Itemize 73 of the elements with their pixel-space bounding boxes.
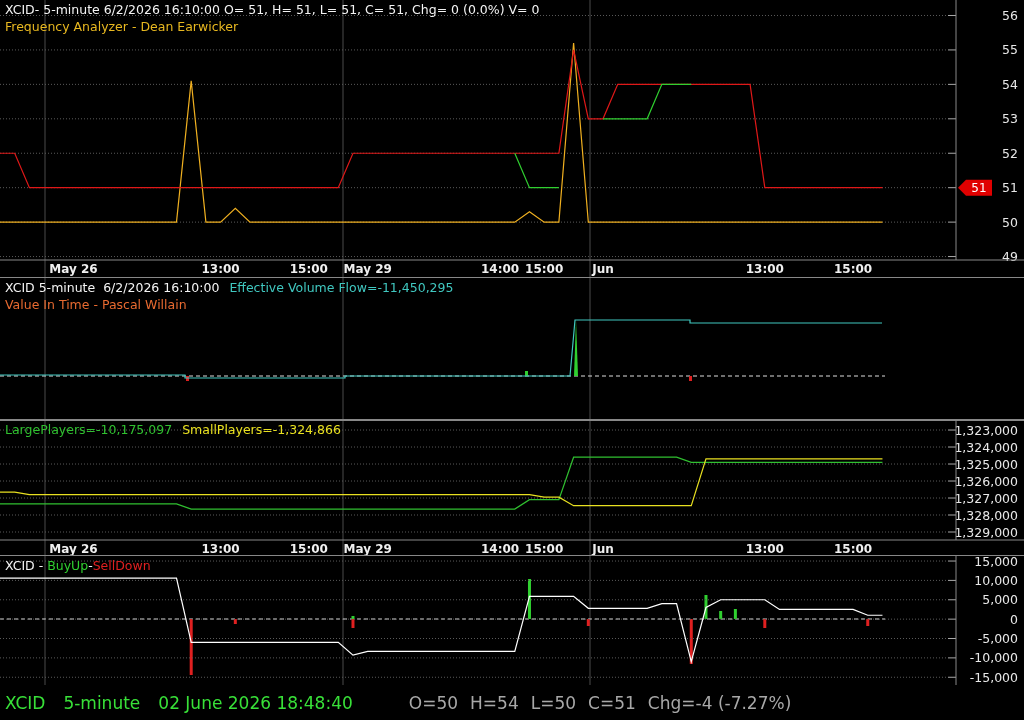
axis-label: 10,000	[974, 572, 1018, 588]
bar	[866, 619, 870, 626]
low-price: L=50	[530, 692, 577, 713]
axis-label: 14:00	[480, 542, 520, 556]
axis-label: 1,327,000	[954, 490, 1018, 506]
axis-label: 15,000	[974, 556, 1018, 569]
indicator-reading: Effective Volume Flow=-11,450,295	[229, 280, 454, 296]
axis-label: 1,323,000	[954, 422, 1018, 438]
chart-title: XCID 5-minute 6/2/2026 16:10:00	[5, 280, 220, 296]
legend-label: BuyUp	[47, 558, 89, 574]
axis-label: -5,000	[977, 631, 1018, 646]
axis-label: 13:00	[745, 542, 784, 556]
axis-label: May 29	[343, 542, 392, 556]
bar	[689, 619, 693, 664]
axis-label: May 26	[49, 262, 98, 276]
bar	[763, 619, 767, 628]
bar	[704, 595, 708, 619]
study-name: Frequency Analyzer - Dean Earwicker	[5, 19, 240, 35]
axis-label: 1,328,000	[954, 507, 1018, 523]
axis-label: 15:00	[833, 542, 873, 556]
axis-label: 0	[1010, 611, 1018, 627]
axis-label: 1,329,000	[954, 524, 1018, 540]
bar	[689, 376, 692, 381]
axis-label: 1,326,000	[954, 473, 1018, 489]
axis-label: May 26	[49, 542, 98, 556]
price-change: Chg=-4 (-7.27%)	[647, 692, 792, 713]
axis-label: 50	[1002, 214, 1018, 230]
axis-label: 13:00	[201, 542, 240, 556]
axis-label: 56	[1002, 8, 1018, 23]
axis-label: 13:00	[201, 262, 240, 276]
legend-reading: LargePlayers=-10,175,097	[5, 422, 173, 438]
price-tag: 51	[958, 179, 992, 196]
close-price: C=51	[588, 692, 636, 713]
axis-label: -15,000	[969, 669, 1018, 685]
axis-label: 49	[1002, 249, 1018, 265]
axis-label: 55	[1002, 42, 1018, 58]
legend-reading: SmallPlayers=-1,324,866	[182, 422, 341, 438]
axis-label: Jun	[592, 262, 614, 276]
symbol: XCID	[5, 692, 46, 713]
axis-label: 15:00	[833, 262, 873, 276]
axis-label: 14:00	[480, 262, 520, 276]
axis-label: Jun	[592, 542, 614, 556]
axis-label: 52	[1002, 145, 1018, 161]
axis-label: 15:00	[289, 262, 328, 276]
axis-label: 13:00	[745, 262, 784, 276]
axis-label: 54	[1002, 76, 1018, 92]
bar	[586, 619, 590, 626]
axis-label: 53	[1002, 111, 1018, 127]
axis-label: 5,000	[982, 592, 1018, 608]
timestamp: 02 June 2026 18:48:40	[158, 692, 353, 713]
axis-label: May 29	[343, 262, 392, 276]
axis-label: 15:00	[289, 542, 328, 556]
bar	[528, 579, 531, 619]
axis-label: -10,000	[969, 650, 1018, 666]
chart-title: XCID -	[5, 558, 45, 574]
bar	[719, 611, 723, 619]
legend-separator: -	[88, 558, 93, 574]
legend-label: SellDown	[92, 558, 151, 574]
bar	[189, 619, 193, 675]
axis-label: 1,325,000	[954, 456, 1018, 472]
axis-label: 15:00	[525, 542, 564, 556]
chart-title: XCID- 5-minute 6/2/2026 16:10:00 O= 51, H= 51, L= 51, C= 51, Chg= 0 (0.0%) V= 0	[5, 2, 540, 18]
bar	[733, 609, 737, 619]
study-name: Value In Time - Pascal Willain	[5, 297, 188, 313]
high-price: H=54	[470, 692, 519, 713]
bar	[525, 371, 528, 376]
bar	[186, 376, 189, 381]
axis-label: 51	[1002, 180, 1018, 196]
interval: 5-minute	[63, 692, 141, 713]
axis-label: 15:00	[525, 262, 564, 276]
bar	[233, 619, 237, 624]
open-price: O=50	[408, 692, 459, 713]
axis-label: 1,324,000	[954, 439, 1018, 455]
